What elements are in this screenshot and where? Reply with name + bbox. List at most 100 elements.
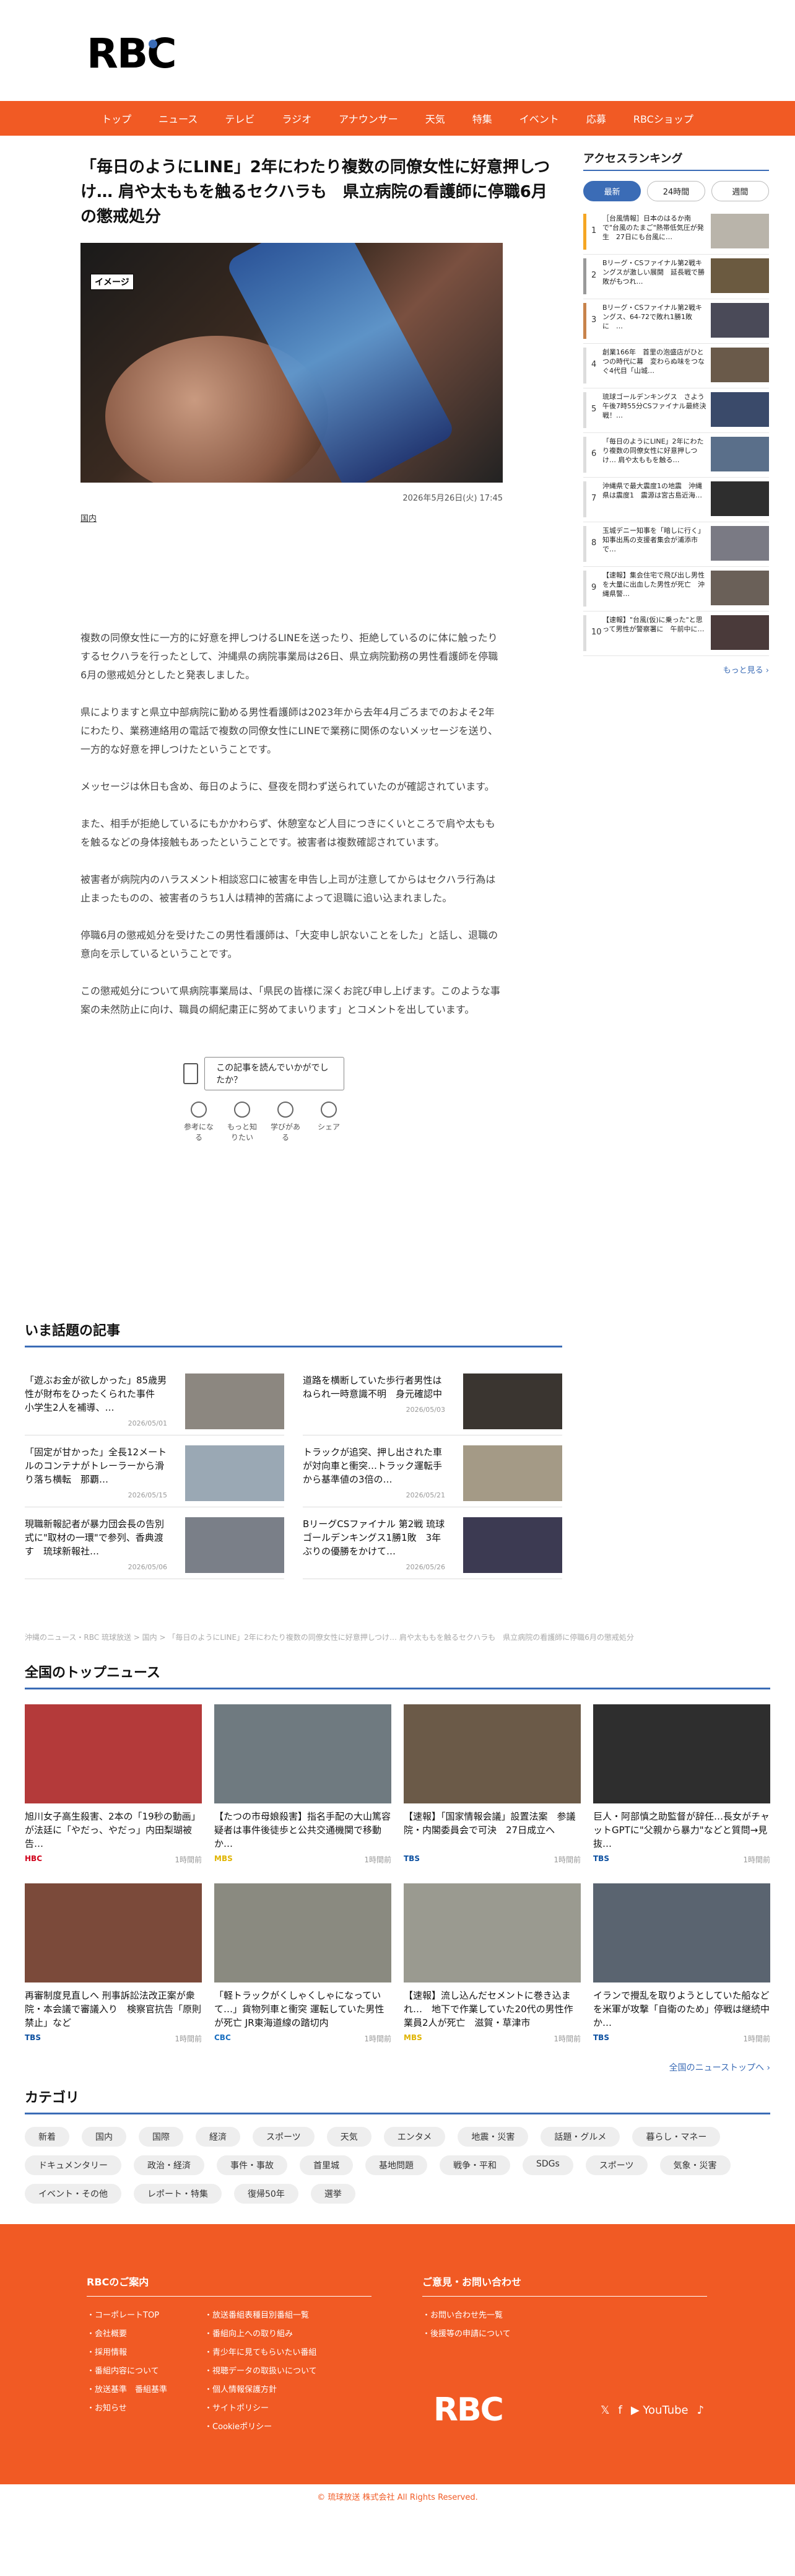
category-chip[interactable]: 話題・グルメ bbox=[541, 2127, 620, 2147]
top-news-item[interactable]: 【速報】流し込んだセメントに巻き込まれ… 地下で作業していた20代の男性作業員2… bbox=[404, 1883, 581, 2044]
ranking-item[interactable]: 2 Bリーグ・CSファイナル第2戦キングスが激しい展開 延長戦で勝敗がもつれ… bbox=[583, 255, 769, 299]
footer-link[interactable]: 後援等の申請について bbox=[422, 2325, 707, 2344]
tab-24h[interactable]: 24時間 bbox=[647, 181, 705, 201]
trending-item-date: 2026/05/21 bbox=[406, 1491, 445, 1499]
category-chip[interactable]: 事件・事故 bbox=[217, 2155, 287, 2175]
ranking-number: 8 bbox=[591, 538, 597, 548]
trending-item-title: 現職新報記者が暴力団会長の告別式に"取材の一環"で参列、香典渡す 琉球新報社… bbox=[25, 1518, 165, 1557]
nav-item-weather[interactable]: 天気 bbox=[412, 111, 459, 126]
top-news-item[interactable]: 【たつの市母娘殺害】指名手配の大山篤容疑者は事件後徒歩と公共交通機関で移動か… M… bbox=[214, 1704, 391, 1865]
breadcrumb[interactable]: 沖縄のニュース・RBC 琉球放送 > 国内 > 「毎日のようにLINE」2年にわ… bbox=[25, 1632, 768, 1642]
ranking-item[interactable]: 10 【速報】"台風(仮)に乗った"と思って男性が警察署に 午前中に… bbox=[583, 611, 769, 656]
article-paragraph: 県によりますと県立中部病院に勤める男性看護師は2023年から去年4月ごろまでのお… bbox=[80, 706, 498, 755]
facebook-icon[interactable]: f bbox=[619, 2404, 622, 2417]
survey-helpful-button[interactable]: 参考になる bbox=[183, 1102, 214, 1142]
trending-thumbnail bbox=[185, 1373, 284, 1429]
top-news-more-link[interactable]: 全国のニューストップへ › bbox=[25, 2061, 770, 2074]
article-main: 「毎日のようにLINE」2年にわたり複数の同僚女性に好意押しつけ… 肩や太ももを… bbox=[80, 155, 562, 1038]
top-news-item[interactable]: 巨人・阿部慎之助監督が辞任…長女がチャットGPTに"父親から暴力"などと質問→見… bbox=[593, 1704, 770, 1865]
category-chip[interactable]: 選挙 bbox=[310, 2184, 355, 2204]
footer-link[interactable]: 視聴データの取扱いについて bbox=[204, 2362, 317, 2381]
footer-link[interactable]: 放送基準 番組基準 bbox=[87, 2381, 167, 2399]
nav-item-tv[interactable]: テレビ bbox=[211, 111, 268, 126]
top-news-item[interactable]: 【速報】「国家情報会議」設置法案 参議院・内閣委員会で可決 27日成立へ TBS 1… bbox=[404, 1704, 581, 1865]
category-chip[interactable]: イベント・その他 bbox=[25, 2184, 121, 2204]
category-chip[interactable]: SDGs bbox=[523, 2155, 573, 2175]
ranking-item[interactable]: 7 沖縄県で最大震度1の地震 沖縄県は震度1 震源は宮古島近海… bbox=[583, 478, 769, 522]
top-news-item[interactable]: イランで攪乱を取りようとしていた船などを米軍が攻撃「自衛のため」停戦は継続中か…… bbox=[593, 1883, 770, 2044]
category-chip[interactable]: 政治・経済 bbox=[134, 2155, 204, 2175]
category-chip[interactable]: 新着 bbox=[25, 2127, 69, 2147]
nav-item-shop[interactable]: RBCショップ bbox=[620, 111, 707, 126]
footer-link[interactable]: 会社概要 bbox=[87, 2325, 167, 2344]
footer-logo[interactable]: RBC bbox=[433, 2391, 504, 2429]
footer-link[interactable]: 番組向上への取り組み bbox=[204, 2325, 317, 2344]
footer-link[interactable]: Cookieポリシー bbox=[204, 2418, 317, 2437]
ranking-more-link[interactable]: もっと見る › bbox=[583, 664, 769, 675]
ranking-item[interactable]: 8 玉城デニー知事を「暗しに行く」知事出馬の支援者集会が浦添市で… bbox=[583, 522, 769, 567]
footer-link[interactable]: コーポレートTOP bbox=[87, 2307, 167, 2325]
nav-item-radio[interactable]: ラジオ bbox=[268, 111, 325, 126]
trending-thumbnail bbox=[185, 1517, 284, 1573]
nav-item-event[interactable]: イベント bbox=[506, 111, 573, 126]
trending-item[interactable]: BリーグCSファイナル 第2戦 琉球ゴールデンキングス1勝1敗 3年ぶりの優勝を… bbox=[303, 1507, 562, 1579]
share-button[interactable]: シェア bbox=[313, 1102, 344, 1142]
top-news-source: HBC bbox=[25, 1854, 42, 1863]
category-chip[interactable]: 経済 bbox=[196, 2127, 240, 2147]
nav-item-news[interactable]: ニュース bbox=[145, 111, 211, 126]
category-chip[interactable]: 天気 bbox=[326, 2127, 371, 2147]
footer-link[interactable]: お知らせ bbox=[87, 2399, 167, 2418]
category-chip[interactable]: エンタメ bbox=[383, 2127, 446, 2147]
nav-item-top[interactable]: トップ bbox=[88, 111, 145, 126]
footer-link[interactable]: 採用情報 bbox=[87, 2344, 167, 2362]
category-chip[interactable]: スポーツ bbox=[253, 2127, 315, 2147]
ranking-item[interactable]: 9 【速報】集会住宅で飛び出し男性を大量に出血した男性が死亡 沖縄県警… bbox=[583, 567, 769, 611]
ranking-item[interactable]: 1 ［台風情報］日本のはるか南で"台風のたまご"熱帯低気圧が発生 27日にも台風に… bbox=[583, 210, 769, 255]
top-news-item[interactable]: 再審制度見直しへ 刑事訴訟法改正案が衆院・本会議で審議入り 検察官抗告「原則禁止… bbox=[25, 1883, 202, 2044]
footer-link[interactable]: 番組内容について bbox=[87, 2362, 167, 2381]
site-logo[interactable]: RBC bbox=[87, 30, 177, 77]
trending-item[interactable]: 「遊ぶお金が欲しかった」85歳男性が財布をひったくられた事件 小学生2人を補導、… bbox=[25, 1364, 284, 1435]
top-news-image bbox=[404, 1704, 581, 1803]
trending-item[interactable]: トラックが追突、押し出された車が対向車と衝突…トラック運転手から基準値の3倍の…… bbox=[303, 1435, 562, 1507]
top-news-item[interactable]: 旭川女子高生殺害、2本の「19秒の動画」が法廷に「やだっ、やだっ」内田梨瑚被告…… bbox=[25, 1704, 202, 1865]
category-chip[interactable]: 国際 bbox=[139, 2127, 183, 2147]
category-chip[interactable]: 戦争・平和 bbox=[440, 2155, 510, 2175]
survey-know-more-button[interactable]: もっと知りたい bbox=[227, 1102, 258, 1142]
trending-item[interactable]: 道路を横断していた歩行者男性はねられ一時意識不明 身元確認中 2026/05/03 bbox=[303, 1364, 562, 1435]
category-chip[interactable]: 首里城 bbox=[300, 2155, 353, 2175]
trending-grid: 「遊ぶお金が欲しかった」85歳男性が財布をひったくられた事件 小学生2人を補導、… bbox=[25, 1364, 562, 1579]
nav-item-announcer[interactable]: アナウンサー bbox=[325, 111, 412, 126]
top-news-item[interactable]: 「軽トラックがくしゃくしゃになっていて…」貨物列車と衝突 運転していた男性が死亡… bbox=[214, 1883, 391, 2044]
ranking-item[interactable]: 4 創業166年 首里の泡盛店がひとつの時代に幕 変わらぬ味をつなぐ4代目「山城… bbox=[583, 344, 769, 388]
nav-item-apply[interactable]: 応募 bbox=[573, 111, 620, 126]
footer-link[interactable]: 個人情報保護方針 bbox=[204, 2381, 317, 2399]
category-chip[interactable]: 暮らし・マネー bbox=[632, 2127, 721, 2147]
article-category-link[interactable]: 国内 bbox=[80, 512, 562, 524]
category-chip[interactable]: 基地問題 bbox=[365, 2155, 427, 2175]
ranking-item[interactable]: 6 「毎日のようにLINE」2年にわたり複数の同僚女性に好意押しつけ… 肩や太もも… bbox=[583, 433, 769, 478]
ranking-item[interactable]: 5 琉球ゴールデンキングス さよう午後7時55分CSファイナル最終決戦！… bbox=[583, 388, 769, 433]
category-chip[interactable]: ドキュメンタリー bbox=[25, 2155, 121, 2175]
ranking-thumbnail bbox=[711, 615, 769, 650]
category-chip[interactable]: 地震・災害 bbox=[458, 2127, 529, 2147]
nav-item-feature[interactable]: 特集 bbox=[459, 111, 506, 126]
tab-latest[interactable]: 最新 bbox=[583, 181, 641, 201]
footer-link[interactable]: 青少年に見てもらいたい番組 bbox=[204, 2344, 317, 2362]
x-icon[interactable]: 𝕏 bbox=[601, 2404, 610, 2417]
category-chip[interactable]: 復帰50年 bbox=[234, 2184, 298, 2204]
youtube-icon[interactable]: ▶ YouTube bbox=[631, 2404, 689, 2417]
footer-link[interactable]: 放送番組表種目別番組一覧 bbox=[204, 2307, 317, 2325]
ranking-item[interactable]: 3 Bリーグ・CSファイナル第2戦キングス、64-72で敗れ1勝1敗に … bbox=[583, 299, 769, 344]
footer-link[interactable]: サイトポリシー bbox=[204, 2399, 317, 2418]
footer-link[interactable]: お問い合わせ先一覧 bbox=[422, 2307, 707, 2325]
category-chip[interactable]: レポート・特集 bbox=[134, 2184, 222, 2204]
tiktok-icon[interactable]: ♪ bbox=[697, 2404, 705, 2417]
category-chip[interactable]: スポーツ bbox=[585, 2155, 648, 2175]
tab-weekly[interactable]: 週間 bbox=[711, 181, 769, 201]
category-chip[interactable]: 気象・災害 bbox=[659, 2155, 731, 2175]
category-chip[interactable]: 国内 bbox=[82, 2127, 126, 2147]
trending-item[interactable]: 現職新報記者が暴力団会長の告別式に"取材の一環"で参列、香典渡す 琉球新報社… 2… bbox=[25, 1507, 284, 1579]
survey-learn-button[interactable]: 学びがある bbox=[270, 1102, 301, 1142]
trending-item[interactable]: 「固定が甘かった」全長12メートルのコンテナがトレーラーから滑り落ち横転 那覇…… bbox=[25, 1435, 284, 1507]
